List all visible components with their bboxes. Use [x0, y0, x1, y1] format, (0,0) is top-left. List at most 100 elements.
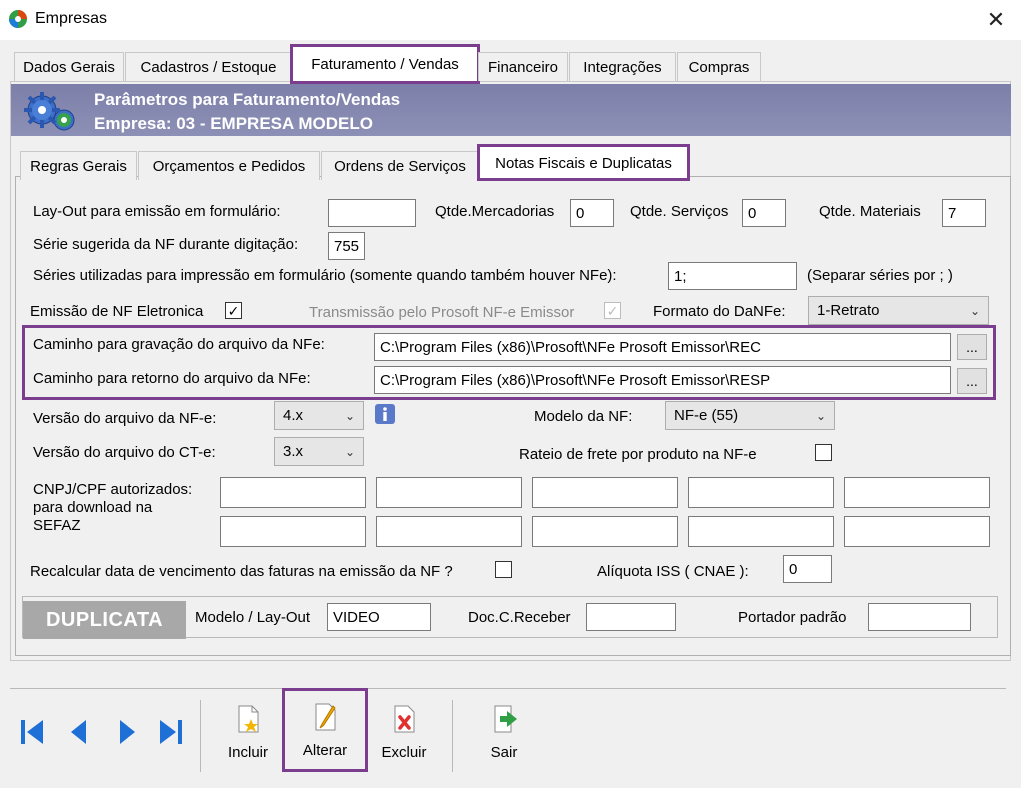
path-retorno-input[interactable]: C:\Program Files (x86)\Prosoft\NFe Proso… [374, 366, 951, 394]
close-button[interactable]: ✕ [978, 4, 1014, 36]
modelo-nf-value: NF-e (55) [674, 407, 739, 424]
nfe-emissao-checkbox[interactable]: ✓ [225, 302, 242, 319]
cnpj-input[interactable] [376, 477, 522, 508]
path-retorno-browse-button[interactable]: ... [957, 368, 987, 394]
chevron-down-icon: ⌄ [344, 444, 355, 459]
window-title: Empresas [35, 10, 108, 27]
portador-label: Portador padrão [738, 609, 847, 626]
alterar-button[interactable]: Alterar [282, 688, 368, 772]
tab-dados-gerais[interactable]: Dados Gerais [14, 52, 124, 81]
first-record-button[interactable] [17, 712, 47, 752]
layout-input[interactable] [328, 199, 416, 227]
cnpj-input[interactable] [688, 477, 834, 508]
cnpj-label-line2: para download na [33, 499, 153, 516]
previous-record-button[interactable] [64, 712, 94, 752]
transmissao-label: Transmissão pelo Prosoft NF-e Emissor [309, 304, 575, 321]
cnpj-input[interactable] [844, 516, 990, 547]
exit-door-icon [494, 705, 517, 733]
qtd-materiais-input[interactable]: 7 [942, 199, 986, 227]
toolbar-divider [10, 688, 1006, 689]
info-icon[interactable] [374, 403, 396, 425]
toolbar-separator [200, 700, 201, 772]
alterar-label: Alterar [302, 742, 348, 759]
nfe-emissao-label: Emissão de NF Eletronica [30, 303, 204, 320]
tab-integracoes[interactable]: Integrações [569, 52, 676, 81]
tab-faturamento-vendas[interactable]: Faturamento / Vendas [290, 44, 480, 84]
modelo-layout-input[interactable]: VIDEO [327, 603, 431, 631]
previous-icon [71, 720, 86, 744]
series-form-input[interactable]: 1; [668, 262, 797, 290]
aliquota-input[interactable]: 0 [783, 555, 832, 583]
qtd-mercadorias-input[interactable]: 0 [570, 199, 614, 227]
qtd-mercadorias-label: Qtde.Mercadorias [435, 203, 555, 220]
tab-compras[interactable]: Compras [677, 52, 761, 81]
tab-financeiro[interactable]: Financeiro [478, 52, 568, 81]
next-record-button[interactable] [112, 712, 142, 752]
toolbar-separator [452, 700, 453, 772]
danfe-select[interactable]: 1-Retrato ⌄ [808, 296, 989, 325]
banner-title: Parâmetros para Faturamento/Vendas [94, 90, 401, 109]
path-gravacao-input[interactable]: C:\Program Files (x86)\Prosoft\NFe Proso… [374, 333, 951, 361]
excluir-button[interactable]: Excluir [366, 692, 442, 770]
cnpj-label-line3: SEFAZ [33, 517, 81, 534]
cnpj-input[interactable] [532, 516, 678, 547]
qtd-servicos-input[interactable]: 0 [742, 199, 786, 227]
new-document-icon [238, 705, 259, 733]
modelo-nf-select[interactable]: NF-e (55) ⌄ [665, 401, 835, 430]
sair-button[interactable]: Sair [466, 692, 542, 770]
banner-company: Empresa: 03 - EMPRESA MODELO [94, 114, 373, 133]
duplicata-title: DUPLICATA [23, 601, 186, 639]
portador-input[interactable] [868, 603, 971, 631]
incluir-button[interactable]: Incluir [210, 692, 286, 770]
cnpj-input[interactable] [220, 477, 366, 508]
tab-cadastros-estoque[interactable]: Cadastros / Estoque [125, 52, 292, 81]
cnpj-input[interactable] [844, 477, 990, 508]
cnpj-input[interactable] [532, 477, 678, 508]
serie-input[interactable]: 755 [328, 232, 365, 260]
recalc-checkbox[interactable] [495, 561, 512, 578]
chevron-down-icon: ⌄ [969, 303, 980, 318]
doc-receber-input[interactable] [586, 603, 676, 631]
close-icon: ✕ [986, 7, 1006, 32]
title-bar [0, 0, 1021, 40]
edit-pencil-icon [315, 703, 336, 731]
first-icon [21, 720, 43, 744]
chevron-down-icon: ⌄ [344, 408, 355, 423]
rateio-checkbox[interactable] [815, 444, 832, 461]
last-icon [160, 720, 182, 744]
qtd-servicos-label: Qtde. Serviços [630, 203, 729, 220]
versao-cte-label: Versão do arquivo do CT-e: [33, 444, 216, 461]
serie-label: Série sugerida da NF durante digitação: [33, 236, 299, 253]
incluir-label: Incluir [227, 744, 268, 761]
versao-cte-select[interactable]: 3.x ⌄ [274, 437, 364, 466]
series-form-label: Séries utilizadas para impressão em form… [33, 267, 617, 284]
subtab-notas-fiscais-duplicatas[interactable]: Notas Fiscais e Duplicatas [477, 144, 690, 181]
rateio-label: Rateio de frete por produto na NF-e [519, 446, 757, 463]
modelo-nf-label: Modelo da NF: [534, 408, 633, 425]
versao-nfe-label: Versão do arquivo da NF-e: [33, 410, 217, 427]
app-globe-icon [9, 10, 27, 28]
path-gravacao-browse-button[interactable]: ... [957, 334, 987, 360]
modelo-layout-label: Modelo / Lay-Out [195, 609, 311, 626]
last-record-button[interactable] [156, 712, 186, 752]
cnpj-input[interactable] [376, 516, 522, 547]
subtab-orcamentos-pedidos[interactable]: Orçamentos e Pedidos [138, 151, 320, 180]
chevron-down-icon: ⌄ [815, 408, 826, 423]
cnpj-input[interactable] [688, 516, 834, 547]
layout-label: Lay-Out para emissão em formulário: [33, 203, 281, 220]
danfe-label: Formato do DaNFe: [653, 303, 786, 320]
qtd-materiais-label: Qtde. Materiais [819, 203, 921, 220]
transmissao-checkbox[interactable]: ✓ [604, 302, 621, 319]
danfe-select-value: 1-Retrato [817, 302, 880, 319]
path-retorno-label: Caminho para retorno do arquivo da NFe: [33, 370, 311, 387]
doc-receber-label: Doc.C.Receber [468, 609, 571, 626]
subtab-regras-gerais[interactable]: Regras Gerais [20, 151, 137, 180]
delete-document-icon [394, 705, 415, 733]
versao-cte-value: 3.x [283, 443, 304, 460]
versao-nfe-select[interactable]: 4.x ⌄ [274, 401, 364, 430]
subtab-ordens-servicos[interactable]: Ordens de Serviços [321, 151, 479, 180]
versao-nfe-value: 4.x [283, 407, 304, 424]
cnpj-input[interactable] [220, 516, 366, 547]
series-hint: (Separar séries por ; ) [807, 267, 953, 284]
gears-icon [24, 92, 75, 131]
